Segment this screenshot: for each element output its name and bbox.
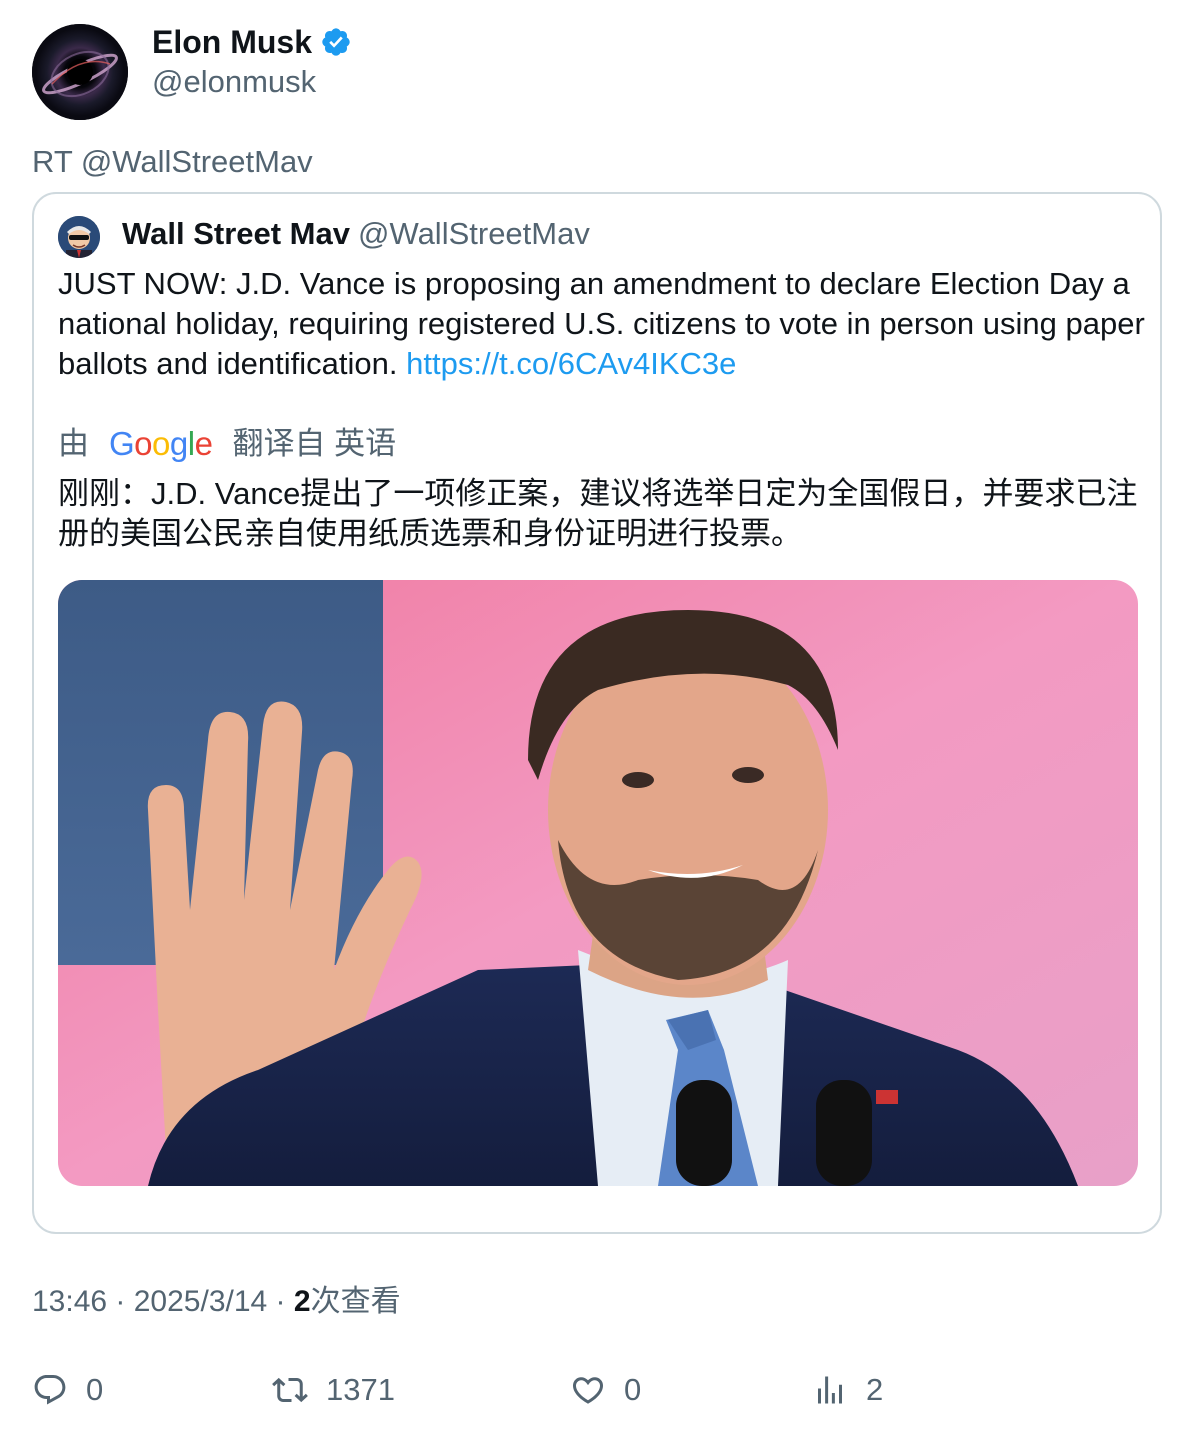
reply-icon: [34, 1375, 66, 1405]
author-avatar[interactable]: [32, 24, 128, 120]
author-name[interactable]: Elon Musk: [152, 22, 352, 62]
author-display-name[interactable]: Elon Musk: [152, 22, 312, 62]
like-count: 0: [624, 1372, 642, 1407]
quoted-handle[interactable]: @WallStreetMav: [358, 216, 590, 251]
cartoon-trader-avatar-image: [58, 216, 100, 258]
photo-man-waving-at-podium: [58, 580, 1138, 1186]
views-action-count: 2: [866, 1372, 884, 1407]
quoted-tweet-photo[interactable]: [58, 580, 1138, 1186]
translation-attribution: 由 Google 翻译自 英语: [58, 424, 396, 464]
views-chart-icon: [818, 1376, 842, 1404]
quoted-tweet-card[interactable]: Wall Street Mav @WallStreetMav JUST NOW: …: [32, 192, 1162, 1234]
black-hole-avatar-image: [32, 24, 128, 120]
translation-prefix: 由: [58, 426, 89, 461]
quoted-link[interactable]: https://t.co/6CAv4IKC3e: [406, 346, 736, 381]
meta-separator: ·: [107, 1285, 134, 1318]
retweet-line: RT @WallStreetMav: [32, 144, 313, 179]
tweet-meta: 13:46 · 2025/3/14 · 2次查看: [32, 1282, 401, 1322]
translation-suffix: 翻译自 英语: [232, 426, 397, 461]
author-handle[interactable]: @elonmusk: [152, 62, 316, 102]
views-button[interactable]: 2: [812, 1368, 883, 1412]
quoted-author-avatar[interactable]: [58, 216, 100, 258]
retweet-count: 1371: [326, 1372, 395, 1407]
heart-icon: [572, 1377, 604, 1404]
like-button[interactable]: 0: [570, 1368, 641, 1412]
quoted-tweet-text: JUST NOW: J.D. Vance is proposing an ame…: [58, 264, 1148, 384]
meta-separator: ·: [267, 1285, 294, 1318]
views-count: 2: [293, 1285, 311, 1318]
retweet-icon: [272, 1377, 308, 1403]
google-logo: Google: [109, 425, 213, 462]
reply-count: 0: [86, 1372, 104, 1407]
views-label: 次查看: [310, 1285, 401, 1318]
verified-badge-icon: [322, 28, 350, 56]
tweet-time[interactable]: 13:46: [32, 1285, 107, 1318]
translated-text: 刚刚：J.D. Vance提出了一项修正案，建议将选举日定为全国假日，并要求已注…: [58, 476, 1138, 551]
quoted-display-name[interactable]: Wall Street Mav: [122, 216, 350, 251]
retweet-button[interactable]: 1371: [272, 1368, 395, 1412]
reply-button[interactable]: 0: [32, 1368, 103, 1412]
quoted-header: Wall Street Mav @WallStreetMav: [122, 214, 590, 254]
tweet-date[interactable]: 2025/3/14: [134, 1285, 267, 1318]
